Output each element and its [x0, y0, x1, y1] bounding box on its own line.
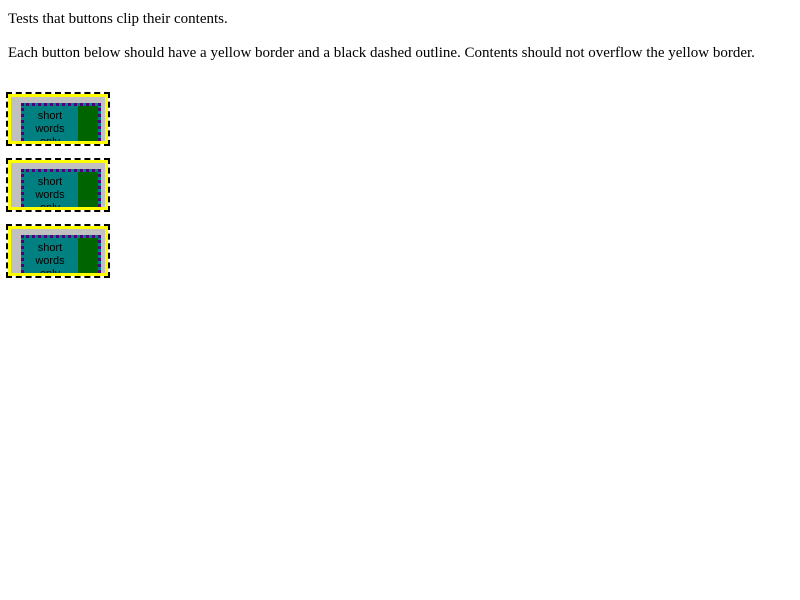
yellow-border: short words only [8, 160, 108, 210]
yellow-border: short words only [8, 94, 108, 144]
clip-test-button-3[interactable]: short words only [6, 224, 110, 278]
button-label-line: short [37, 176, 63, 188]
instructions-text: Each button below should have a yellow b… [8, 45, 755, 61]
button-contents: short words only [21, 235, 101, 276]
button-label: short words only [24, 242, 76, 276]
button-contents: short words only [21, 169, 101, 210]
button-label: short words only [24, 110, 76, 144]
button-label-line: only [39, 202, 61, 210]
button-contents: short words only [21, 103, 101, 144]
button-label: short words only [24, 176, 76, 210]
button-label-line: short [37, 110, 63, 122]
button-label-line: only [39, 268, 61, 276]
button-label-line: words [35, 189, 65, 201]
clip-test-button-2[interactable]: short words only [6, 158, 110, 212]
yellow-border: short words only [8, 226, 108, 276]
button-label-line: short [37, 242, 63, 254]
content-green-block [78, 106, 98, 141]
content-green-block [78, 172, 98, 207]
button-label-line: words [35, 123, 65, 135]
clip-test-button-1[interactable]: short words only [6, 92, 110, 146]
intro-text: Tests that buttons clip their contents. [8, 11, 228, 27]
content-green-block [78, 238, 98, 273]
button-label-line: only [39, 136, 61, 144]
button-label-line: words [35, 255, 65, 267]
